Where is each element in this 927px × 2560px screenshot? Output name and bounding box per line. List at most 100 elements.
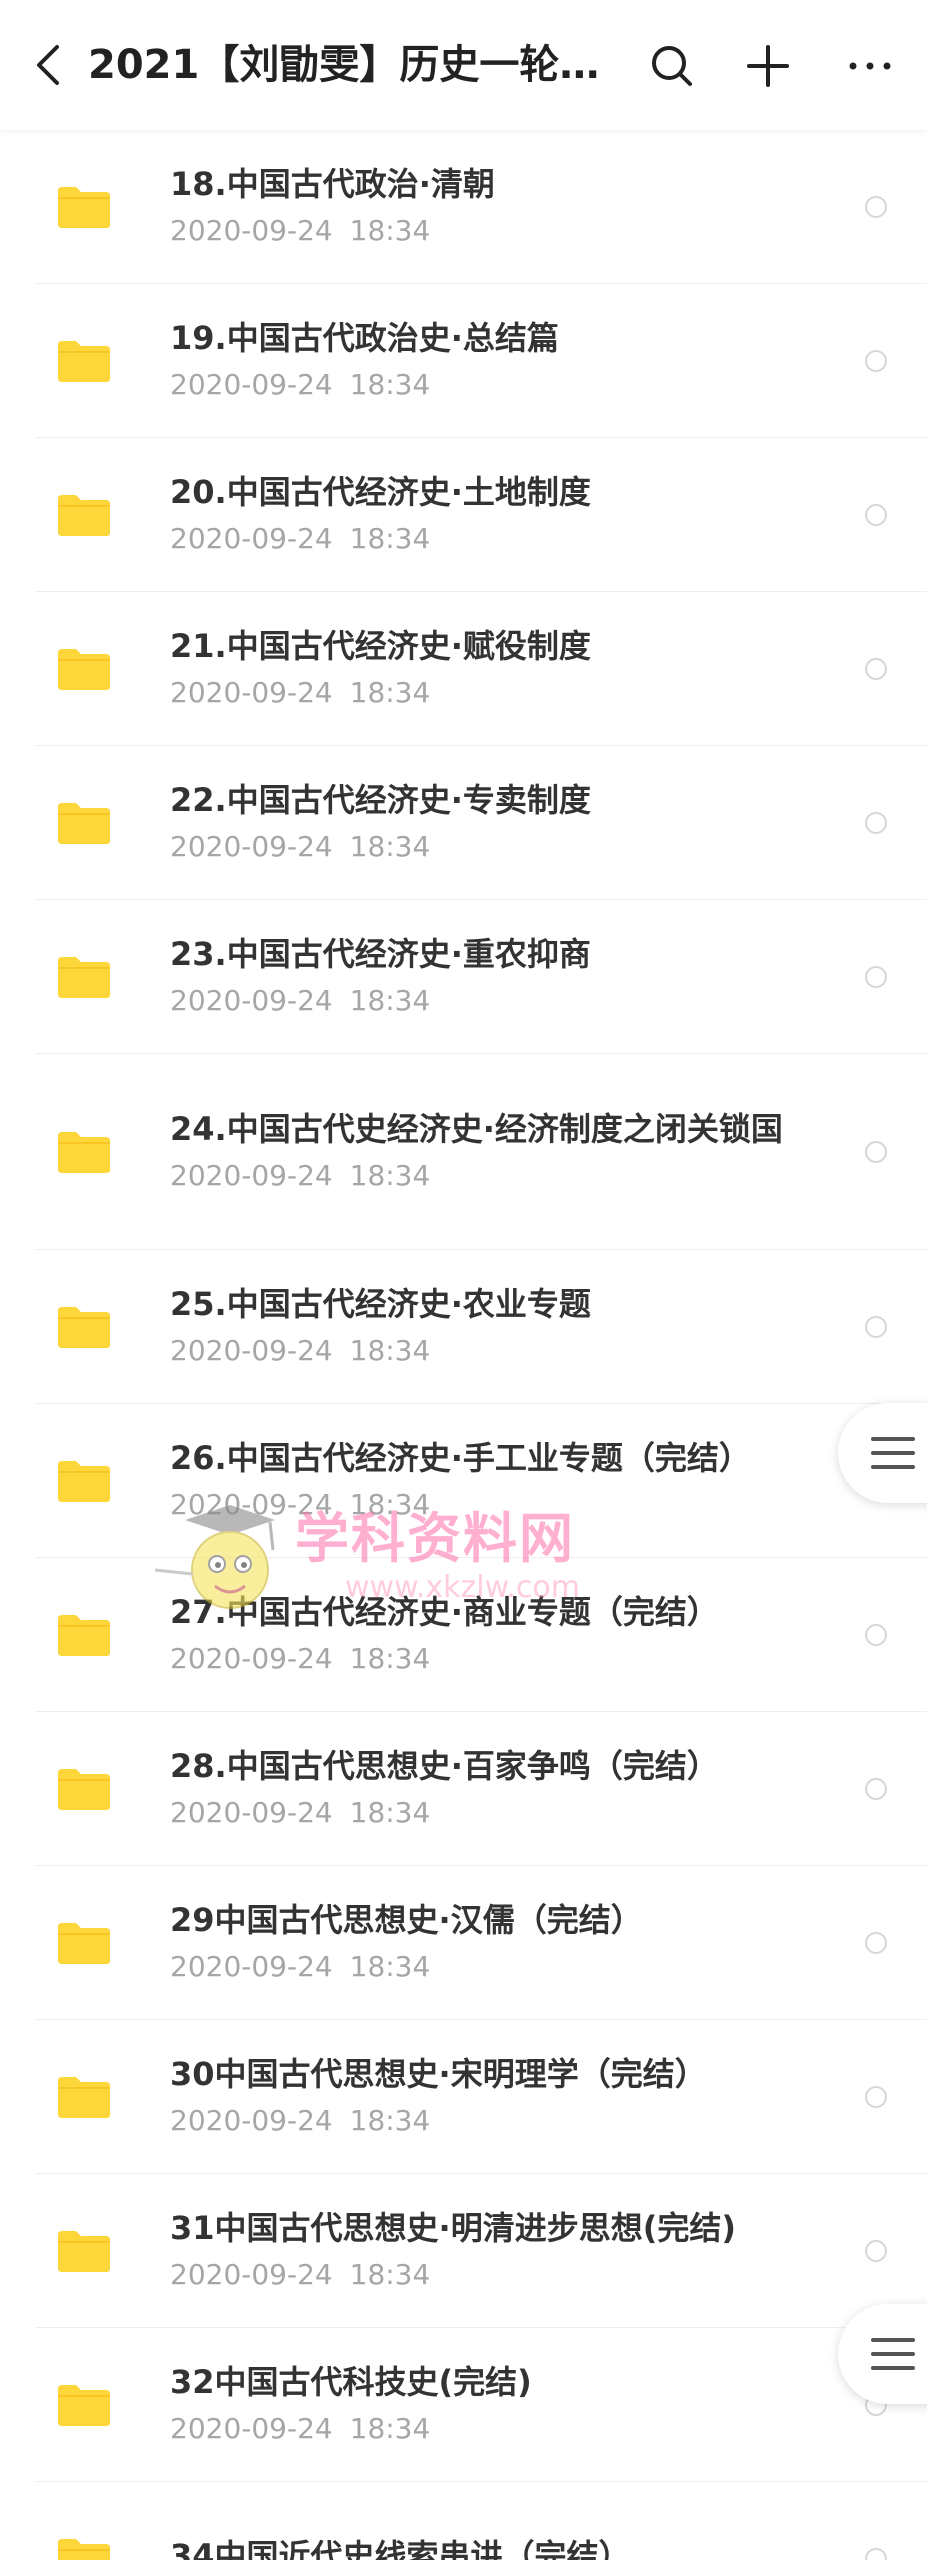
folder-icon (58, 1769, 110, 1810)
folder-icon (58, 2539, 110, 2560)
list-item[interactable]: 32中国古代科技史(完结) 2020-09-24 18:34 (0, 2328, 927, 2482)
select-radio[interactable] (865, 350, 887, 372)
list-item[interactable]: 27.中国古代经济史·商业专题（完结） 2020-09-24 18:34 (0, 1558, 927, 1712)
item-text: 24.中国古代史经济史·经济制度之闭关锁国 2020-09-24 18:34 (170, 1108, 820, 1196)
item-text: 22.中国古代经济史·专卖制度 2020-09-24 18:34 (170, 779, 820, 867)
list-item[interactable]: 26.中国古代经济史·手工业专题（完结） 2020-09-24 18:34 (0, 1404, 927, 1558)
folder-icon (58, 495, 110, 536)
list-item[interactable]: 21.中国古代经济史·赋役制度 2020-09-24 18:34 (0, 592, 927, 746)
list-item[interactable]: 20.中国古代经济史·土地制度 2020-09-24 18:34 (0, 438, 927, 592)
select-radio[interactable] (865, 1141, 887, 1163)
plus-icon (747, 45, 789, 87)
select-radio[interactable] (865, 1932, 887, 1954)
item-date: 2020-09-24 18:34 (170, 2258, 431, 2291)
floating-menu-button[interactable] (838, 2304, 927, 2404)
folder-icon (58, 1307, 110, 1348)
folder-icon (58, 957, 110, 998)
back-arrow-icon (37, 45, 59, 85)
item-text: 21.中国古代经济史·赋役制度 2020-09-24 18:34 (170, 625, 820, 713)
item-text: 32中国古代科技史(完结) 2020-09-24 18:34 (170, 2361, 820, 2449)
item-name: 28.中国古代思想史·百家争鸣（完结） (170, 1747, 719, 1785)
item-date: 2020-09-24 18:34 (170, 2412, 431, 2445)
item-date: 2020-09-24 18:34 (170, 368, 431, 401)
folder-icon (58, 803, 110, 844)
select-radio[interactable] (865, 658, 887, 680)
item-date: 2020-09-24 18:34 (170, 522, 431, 555)
item-date: 2020-09-24 18:34 (170, 1642, 431, 1675)
list-item[interactable]: 23.中国古代经济史·重农抑商 2020-09-24 18:34 (0, 900, 927, 1054)
list-item[interactable]: 30中国古代思想史·宋明理学（完结） 2020-09-24 18:34 (0, 2020, 927, 2174)
list-item[interactable]: 19.中国古代政治史·总结篇 2020-09-24 18:34 (0, 284, 927, 438)
folder-icon (58, 1132, 110, 1173)
item-name: 18.中国古代政治·清朝 (170, 165, 495, 203)
folder-icon (58, 2077, 110, 2118)
item-text: 28.中国古代思想史·百家争鸣（完结） 2020-09-24 18:34 (170, 1745, 820, 1833)
item-date: 2020-09-24 18:34 (170, 2104, 431, 2137)
more-dots-icon (849, 62, 891, 70)
search-button[interactable] (636, 30, 708, 102)
item-date: 2020-09-24 18:34 (170, 1796, 431, 1829)
item-text: 18.中国古代政治·清朝 2020-09-24 18:34 (170, 163, 820, 251)
folder-icon (58, 187, 110, 228)
add-button[interactable] (732, 30, 804, 102)
folder-icon (58, 341, 110, 382)
item-name: 24.中国古代史经济史·经济制度之闭关锁国 (170, 1110, 783, 1148)
item-name: 19.中国古代政治史·总结篇 (170, 319, 559, 357)
list-item[interactable]: 28.中国古代思想史·百家争鸣（完结） 2020-09-24 18:34 (0, 1712, 927, 1866)
item-date: 2020-09-24 18:34 (170, 984, 431, 1017)
list-item[interactable]: 22.中国古代经济史·专卖制度 2020-09-24 18:34 (0, 746, 927, 900)
folder-icon (58, 1923, 110, 1964)
item-name: 32中国古代科技史(完结) (170, 2363, 532, 2401)
select-radio[interactable] (865, 504, 887, 526)
list-item[interactable]: 18.中国古代政治·清朝 2020-09-24 18:34 (0, 130, 927, 284)
folder-icon (58, 1615, 110, 1656)
file-list: 18.中国古代政治·清朝 2020-09-24 18:34 19.中国古代政治史… (0, 130, 927, 2560)
item-date: 2020-09-24 18:34 (170, 214, 431, 247)
folder-icon (58, 1461, 110, 1502)
select-radio[interactable] (865, 2240, 887, 2262)
folder-icon (58, 649, 110, 690)
hamburger-icon (871, 1437, 915, 1469)
list-item[interactable]: 31中国古代思想史·明清进步思想(完结) 2020-09-24 18:34 (0, 2174, 927, 2328)
item-date: 2020-09-24 18:34 (170, 676, 431, 709)
select-radio[interactable] (865, 1316, 887, 1338)
item-name: 29中国古代思想史·汉儒（完结） (170, 1901, 643, 1939)
item-text: 29中国古代思想史·汉儒（完结） 2020-09-24 18:34 (170, 1899, 820, 1987)
select-radio[interactable] (865, 1624, 887, 1646)
item-name: 21.中国古代经济史·赋役制度 (170, 627, 591, 665)
folder-icon (58, 2231, 110, 2272)
list-item[interactable]: 24.中国古代史经济史·经济制度之闭关锁国 2020-09-24 18:34 (0, 1054, 927, 1250)
select-radio[interactable] (865, 966, 887, 988)
page-title: 2021【刘勖雯】历史一轮联... (88, 42, 628, 88)
floating-menu-button[interactable] (838, 1403, 927, 1503)
item-date: 2020-09-24 18:34 (170, 1950, 431, 1983)
item-text: 25.中国古代经济史·农业专题 2020-09-24 18:34 (170, 1283, 820, 1371)
item-name: 20.中国古代经济史·土地制度 (170, 473, 591, 511)
folder-icon (58, 2385, 110, 2426)
item-text: 23.中国古代经济史·重农抑商 2020-09-24 18:34 (170, 933, 820, 1021)
item-text: 20.中国古代经济史·土地制度 2020-09-24 18:34 (170, 471, 820, 559)
item-text: 30中国古代思想史·宋明理学（完结） 2020-09-24 18:34 (170, 2053, 820, 2141)
item-text: 34中国近代史线索串讲（完结） (170, 2535, 820, 2560)
select-radio[interactable] (865, 1778, 887, 1800)
item-name: 26.中国古代经济史·手工业专题（完结） (170, 1439, 751, 1477)
search-icon (652, 46, 692, 86)
item-name: 30中国古代思想史·宋明理学（完结） (170, 2055, 707, 2093)
select-radio[interactable] (865, 196, 887, 218)
item-date: 2020-09-24 18:34 (170, 1334, 431, 1367)
item-text: 31中国古代思想史·明清进步思想(完结) 2020-09-24 18:34 (170, 2207, 820, 2295)
list-item[interactable]: 34中国近代史线索串讲（完结） (0, 2482, 927, 2560)
select-radio[interactable] (865, 2086, 887, 2108)
item-name: 22.中国古代经济史·专卖制度 (170, 781, 591, 819)
select-radio[interactable] (865, 812, 887, 834)
item-text: 27.中国古代经济史·商业专题（完结） 2020-09-24 18:34 (170, 1591, 820, 1679)
select-radio[interactable] (865, 2548, 887, 2560)
item-name: 27.中国古代经济史·商业专题（完结） (170, 1593, 719, 1631)
back-button[interactable] (16, 28, 80, 102)
item-text: 19.中国古代政治史·总结篇 2020-09-24 18:34 (170, 317, 820, 405)
more-button[interactable] (832, 30, 908, 102)
list-item[interactable]: 25.中国古代经济史·农业专题 2020-09-24 18:34 (0, 1250, 927, 1404)
item-date: 2020-09-24 18:34 (170, 830, 431, 863)
item-date: 2020-09-24 18:34 (170, 1488, 431, 1521)
list-item[interactable]: 29中国古代思想史·汉儒（完结） 2020-09-24 18:34 (0, 1866, 927, 2020)
